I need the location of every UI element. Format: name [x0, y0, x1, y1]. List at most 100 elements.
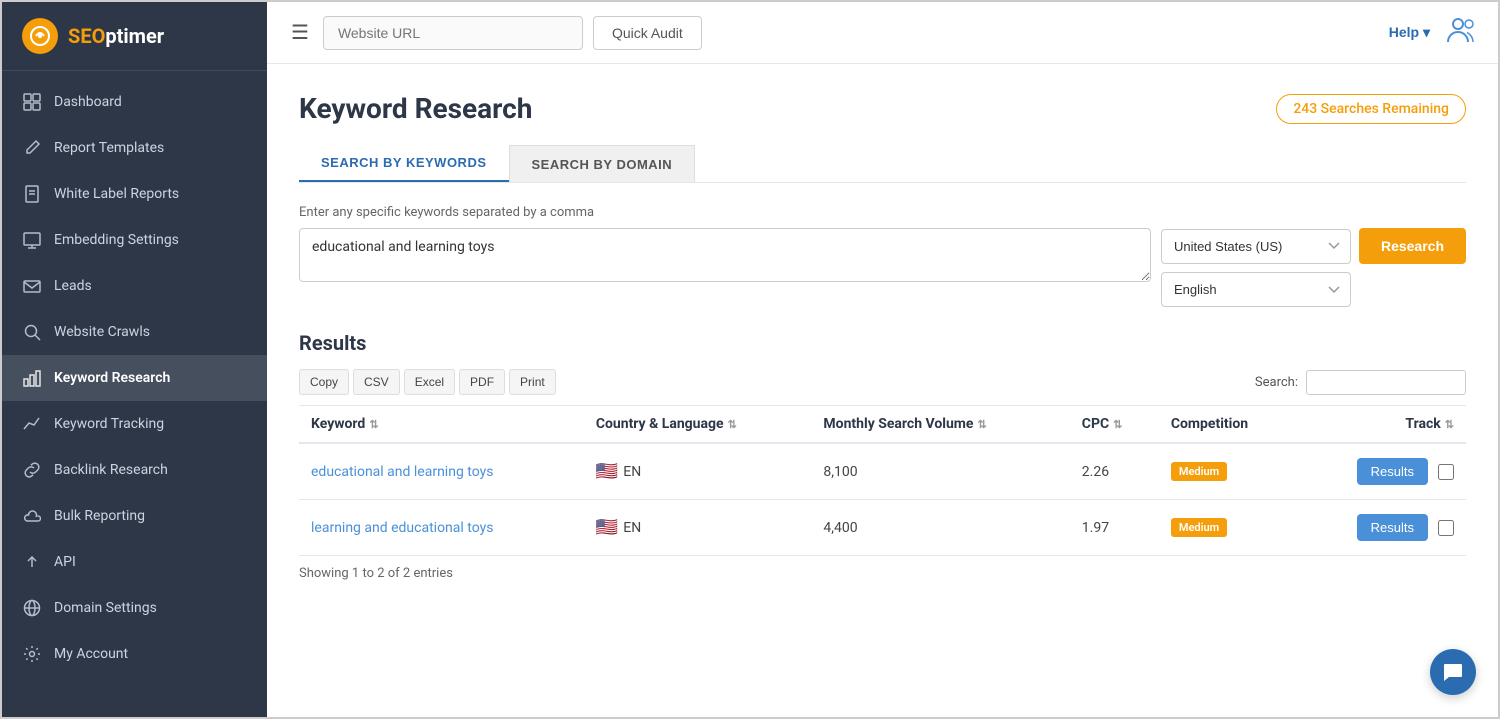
sidebar-item-embedding-settings[interactable]: Embedding Settings [2, 217, 267, 263]
cell-competition: Medium [1159, 443, 1299, 500]
table-row: educational and learning toys 🇺🇸EN 8,100… [299, 443, 1466, 500]
tabs: SEARCH BY KEYWORDS SEARCH BY DOMAIN [299, 145, 1466, 183]
results-section: Results Copy CSV Excel PDF Print Search:… [299, 331, 1466, 581]
excel-button[interactable]: Excel [404, 369, 455, 395]
searches-badge: 243 Searches Remaining [1276, 94, 1466, 124]
sidebar-item-label: Dashboard [54, 94, 122, 110]
cell-monthly-volume: 4,400 [811, 500, 1069, 556]
sidebar-item-backlink-research[interactable]: Backlink Research [2, 447, 267, 493]
sidebar-item-white-label[interactable]: White Label Reports [2, 171, 267, 217]
keyword-input[interactable]: educational and learning toys [299, 228, 1151, 282]
white-label-icon [22, 184, 42, 204]
api-icon [22, 552, 42, 572]
tab-search-by-keywords[interactable]: SEARCH BY KEYWORDS [299, 145, 509, 182]
col-track: Track⇅ [1299, 406, 1466, 444]
sidebar-item-label: My Account [54, 646, 128, 662]
leads-icon [22, 276, 42, 296]
col-cpc: CPC⇅ [1070, 406, 1159, 444]
cell-competition: Medium [1159, 500, 1299, 556]
page-title: Keyword Research [299, 92, 532, 125]
chat-bubble[interactable] [1430, 649, 1476, 695]
col-keyword: Keyword⇅ [299, 406, 584, 444]
sidebar-item-report-templates[interactable]: Report Templates [2, 125, 267, 171]
search-controls: United States (US)United Kingdom (UK)Aus… [1161, 228, 1466, 307]
pdf-button[interactable]: PDF [459, 369, 505, 395]
hamburger-button[interactable]: ☰ [287, 16, 313, 49]
results-table: Keyword⇅ Country & Language⇅ Monthly Sea… [299, 405, 1466, 556]
results-button[interactable]: Results [1357, 458, 1428, 485]
track-checkbox[interactable] [1438, 464, 1454, 480]
cell-track: Results [1299, 500, 1466, 556]
sidebar-item-label: Bulk Reporting [54, 508, 145, 524]
table-search-input[interactable] [1306, 370, 1466, 395]
sidebar-item-dashboard[interactable]: Dashboard [2, 79, 267, 125]
search-instructions: Enter any specific keywords separated by… [299, 205, 1466, 220]
cell-monthly-volume: 8,100 [811, 443, 1069, 500]
content-area: Keyword Research 243 Searches Remaining … [267, 64, 1498, 717]
country-select[interactable]: United States (US)United Kingdom (UK)Aus… [1161, 229, 1351, 264]
country-research-row: United States (US)United Kingdom (UK)Aus… [1161, 228, 1466, 264]
sidebar-item-keyword-research[interactable]: Keyword Research [2, 355, 267, 401]
sidebar: SEOptimer Dashboard Report Templates White… [2, 2, 267, 717]
sidebar-item-label: Domain Settings [54, 600, 157, 616]
sidebar-item-keyword-tracking[interactable]: Keyword Tracking [2, 401, 267, 447]
topbar-right: Help ▾ [1389, 16, 1478, 50]
sidebar-item-label: Embedding Settings [54, 232, 179, 248]
sidebar-item-leads[interactable]: Leads [2, 263, 267, 309]
sidebar-item-label: Report Templates [54, 140, 164, 156]
results-title: Results [299, 331, 1466, 355]
sidebar-item-website-crawls[interactable]: Website Crawls [2, 309, 267, 355]
quick-audit-button[interactable]: Quick Audit [593, 16, 702, 50]
cell-cpc: 1.97 [1070, 500, 1159, 556]
sidebar-item-my-account[interactable]: My Account [2, 631, 267, 677]
sidebar-item-domain-settings[interactable]: Domain Settings [2, 585, 267, 631]
embedding-settings-icon [22, 230, 42, 250]
sidebar-item-api[interactable]: API [2, 539, 267, 585]
sidebar-item-label: Keyword Tracking [54, 416, 164, 432]
research-button[interactable]: Research [1359, 228, 1466, 264]
cell-country-lang: 🇺🇸EN [584, 500, 812, 556]
print-button[interactable]: Print [509, 369, 556, 395]
bulk-reporting-icon [22, 506, 42, 526]
col-monthly-volume: Monthly Search Volume⇅ [811, 406, 1069, 444]
col-competition: Competition [1159, 406, 1299, 444]
cell-track: Results [1299, 443, 1466, 500]
dashboard-icon [22, 92, 42, 112]
results-button[interactable]: Results [1357, 514, 1428, 541]
report-templates-icon [22, 138, 42, 158]
backlink-research-icon [22, 460, 42, 480]
sidebar-item-label: API [54, 554, 76, 570]
sidebar-item-label: White Label Reports [54, 186, 179, 202]
cell-keyword: learning and educational toys [299, 500, 584, 556]
search-label: Search: [1255, 375, 1298, 390]
sidebar-item-bulk-reporting[interactable]: Bulk Reporting [2, 493, 267, 539]
domain-settings-icon [22, 598, 42, 618]
sidebar-item-label: Website Crawls [54, 324, 150, 340]
sidebar-item-label: Backlink Research [54, 462, 168, 478]
copy-button[interactable]: Copy [299, 369, 349, 395]
users-icon[interactable] [1446, 16, 1478, 50]
table-toolbar: Copy CSV Excel PDF Print Search: [299, 369, 1466, 395]
table-footer: Showing 1 to 2 of 2 entries [299, 566, 1466, 581]
language-select[interactable]: EnglishFrenchSpanishGerman [1161, 272, 1351, 307]
sidebar-logo: SEOptimer [2, 2, 267, 71]
csv-button[interactable]: CSV [353, 369, 400, 395]
table-header-row: Keyword⇅ Country & Language⇅ Monthly Sea… [299, 406, 1466, 444]
logo-text: SEOptimer [68, 24, 164, 48]
website-url-input[interactable] [323, 16, 583, 50]
topbar: ☰ Quick Audit Help ▾ [267, 2, 1498, 64]
help-button[interactable]: Help ▾ [1389, 24, 1430, 41]
cell-keyword: educational and learning toys [299, 443, 584, 500]
page-header: Keyword Research 243 Searches Remaining [299, 92, 1466, 125]
logo-icon [22, 18, 58, 54]
track-checkbox[interactable] [1438, 520, 1454, 536]
cell-cpc: 2.26 [1070, 443, 1159, 500]
tab-search-by-domain[interactable]: SEARCH BY DOMAIN [509, 145, 696, 182]
col-country-lang: Country & Language⇅ [584, 406, 812, 444]
main-content: ☰ Quick Audit Help ▾ Keyword Research 24… [267, 2, 1498, 717]
cell-country-lang: 🇺🇸EN [584, 443, 812, 500]
search-row: educational and learning toys United Sta… [299, 228, 1466, 307]
keyword-research-icon [22, 368, 42, 388]
table-row: learning and educational toys 🇺🇸EN 4,400… [299, 500, 1466, 556]
my-account-icon [22, 644, 42, 664]
